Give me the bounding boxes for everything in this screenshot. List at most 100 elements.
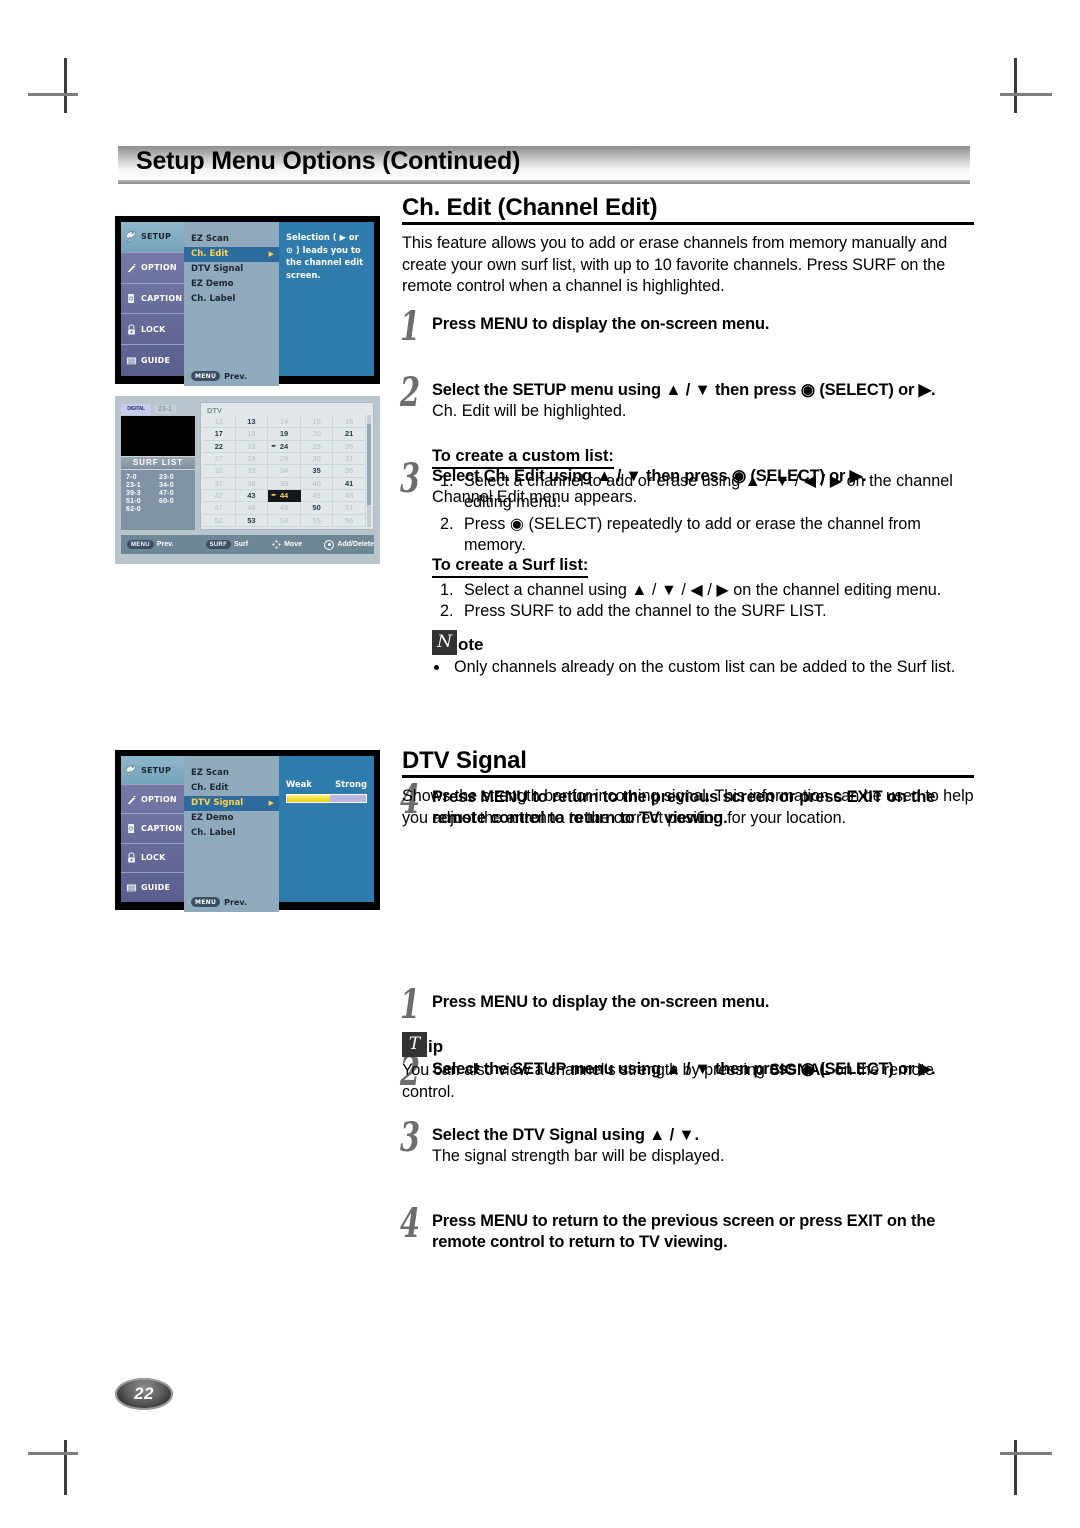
channel-cell[interactable]: 19 (268, 428, 301, 441)
footer-hint-label: Add/Delete (337, 541, 374, 548)
channel-cell[interactable]: 49 (268, 502, 301, 515)
pen-tag-icon (126, 263, 137, 274)
channel-cell[interactable]: 22 (203, 440, 236, 453)
channel-cell[interactable]: 26 (333, 440, 366, 453)
osd-menu-item-label: DTV Signal (191, 264, 244, 274)
channel-cell[interactable]: 39 (268, 477, 301, 490)
channel-number: 42 (214, 491, 223, 501)
channel-number: 56 (345, 515, 354, 525)
channel-cell[interactable]: ✒ 44 (268, 489, 301, 503)
osd-sidebar-item-caption[interactable]: CAPTION (121, 284, 184, 315)
channel-cell[interactable]: 38 (235, 477, 269, 490)
channel-cell[interactable]: 36 (333, 465, 366, 478)
osd-menu-list: EZ Scan Ch. Edit DTV Signal EZ Demo Ch. … (184, 756, 279, 912)
osd-sidebar-item-setup[interactable]: SETUP (121, 756, 184, 786)
channel-cell[interactable]: 18 (235, 428, 269, 441)
channel-cell[interactable]: 17 (203, 428, 236, 441)
channel-cell[interactable]: 42 (203, 489, 236, 503)
channel-cell[interactable]: 56 (333, 514, 366, 527)
channel-cell[interactable]: 21 (333, 428, 366, 441)
channel-cell[interactable]: 46 (333, 489, 366, 503)
channel-cell[interactable]: 50 (300, 502, 334, 515)
osd-menu-item-ch-label[interactable]: Ch. Label (184, 292, 279, 307)
step-text: Select the DTV Signal using ▲ / ▼. (432, 1126, 699, 1144)
osd-menu-item-ez-scan[interactable]: EZ Scan (184, 232, 279, 247)
channel-cell[interactable]: 31 (333, 452, 366, 466)
osd-menu-item-ez-demo[interactable]: EZ Demo (184, 277, 279, 292)
crop-mark-bottom-right-horizontal (1000, 1452, 1052, 1455)
osd-sidebar-item-guide[interactable]: GUIDE (121, 345, 184, 376)
channel-cell[interactable]: 12 (203, 416, 236, 429)
channel-cell[interactable]: 33 (235, 465, 269, 478)
osd-menu-item-ch-edit[interactable]: Ch. Edit (184, 781, 279, 796)
osd-sidebar-label: LOCK (141, 324, 166, 334)
menu-key-pill: MENU (191, 897, 221, 907)
osd-menu-item-ez-demo[interactable]: EZ Demo (184, 811, 279, 826)
step-subtext: The signal strength bar will be displaye… (432, 1147, 725, 1165)
channel-cell[interactable]: 32 (203, 465, 236, 478)
surf-list-title: SURF LIST (121, 456, 195, 470)
channel-cell[interactable]: 52 (203, 514, 236, 527)
channel-cell[interactable]: 35 (300, 465, 334, 478)
channel-cell[interactable]: 37 (203, 477, 236, 490)
osd-menu-item-ez-scan[interactable]: EZ Scan (184, 766, 279, 781)
channel-cell[interactable]: 45 (300, 489, 334, 503)
step-1-ch-edit: 1 Press MENU to display the on-screen me… (400, 307, 1004, 347)
footer-hint-add-delete: Add/Delete (324, 539, 374, 550)
channel-cell[interactable]: 29 (268, 452, 301, 466)
channel-cell[interactable]: 14 (268, 416, 301, 429)
header-divider (118, 180, 970, 184)
osd-sidebar-item-lock[interactable]: LOCK (121, 844, 184, 873)
channel-cell[interactable]: 28 (235, 452, 269, 466)
channel-cell[interactable]: 20 (300, 428, 334, 441)
osd-menu-item-ch-label[interactable]: Ch. Label (184, 826, 279, 841)
channel-number: 34 (279, 466, 289, 476)
step-2-ch-edit: 2 Select the SETUP menu using ▲ / ▼ then… (400, 373, 1004, 422)
channel-cell[interactable]: 51 (333, 502, 366, 515)
pen-edit-icon: ✒ (271, 493, 277, 500)
channel-cell[interactable]: 23 (235, 440, 269, 453)
menu-key-pill: MENU (191, 371, 221, 381)
channel-cell[interactable]: 15 (300, 416, 334, 429)
channel-grid-scrollbar[interactable] (367, 415, 371, 527)
osd-sidebar-item-lock[interactable]: LOCK (121, 314, 184, 346)
osd-menu-item-label: EZ Scan (191, 768, 229, 778)
osd-menu-item-dtv-signal[interactable]: DTV Signal (184, 262, 279, 277)
osd-sidebar-item-option[interactable]: OPTION (121, 253, 184, 284)
osd-sidebar-item-guide[interactable]: GUIDE (121, 873, 184, 902)
channel-number: 16 (345, 417, 354, 427)
crop-mark-top-right-vertical (1014, 58, 1017, 113)
channel-cell[interactable]: 43 (235, 489, 269, 503)
surf-list-item: Press SURF to add the channel to the SUR… (458, 601, 974, 622)
channel-cell[interactable]: 16 (333, 416, 366, 429)
osd-sidebar-label: OPTION (141, 263, 177, 273)
channel-cell[interactable]: 48 (235, 502, 269, 515)
channel-cell[interactable]: 40 (300, 477, 334, 490)
signal-strength-bar (286, 793, 367, 803)
osd-menu-item-ch-edit[interactable]: Ch. Edit (184, 247, 279, 262)
channel-cell[interactable]: 34 (268, 465, 301, 478)
osd-sidebar-label: OPTION (141, 794, 177, 804)
channel-cell[interactable]: 27 (203, 452, 236, 466)
osd-screenshot-setup-menu: SETUP OPTION CAPTION LOCK GUIDE EZ Scan … (115, 216, 380, 386)
channel-cell[interactable]: 53 (235, 514, 269, 527)
osd-sidebar-item-setup[interactable]: SETUP (121, 222, 184, 253)
osd-sidebar-item-caption[interactable]: CAPTION (121, 814, 184, 844)
channel-edit-logo-row: DIGITAL 23-1 (121, 402, 195, 416)
osd-sidebar-item-option[interactable]: OPTION (121, 785, 184, 815)
channel-number: 39 (279, 478, 289, 488)
channel-cell[interactable]: 41 (333, 477, 366, 490)
channel-grid[interactable]: 12 13 14 15 16 17 18 19 20 21 22 23 ✒ 24 25 26 27 28 29 30 3… (203, 416, 366, 527)
channel-cell[interactable]: ✒ 24 (268, 440, 301, 453)
channel-cell[interactable]: 47 (203, 502, 236, 515)
channel-cell[interactable]: 54 (268, 514, 301, 527)
channel-cell[interactable]: 55 (300, 514, 334, 527)
channel-cell[interactable]: 25 (300, 440, 334, 453)
footer-hint-label: Prev. (156, 541, 174, 548)
channel-cell[interactable]: 13 (235, 416, 269, 429)
channel-cell[interactable]: 30 (300, 452, 334, 466)
osd-menu-item-dtv-signal[interactable]: DTV Signal (184, 796, 279, 811)
osd-prev-label: Prev. (224, 371, 248, 381)
step-number: 3 (400, 1114, 421, 1161)
crop-mark-top-left-vertical (64, 58, 67, 113)
